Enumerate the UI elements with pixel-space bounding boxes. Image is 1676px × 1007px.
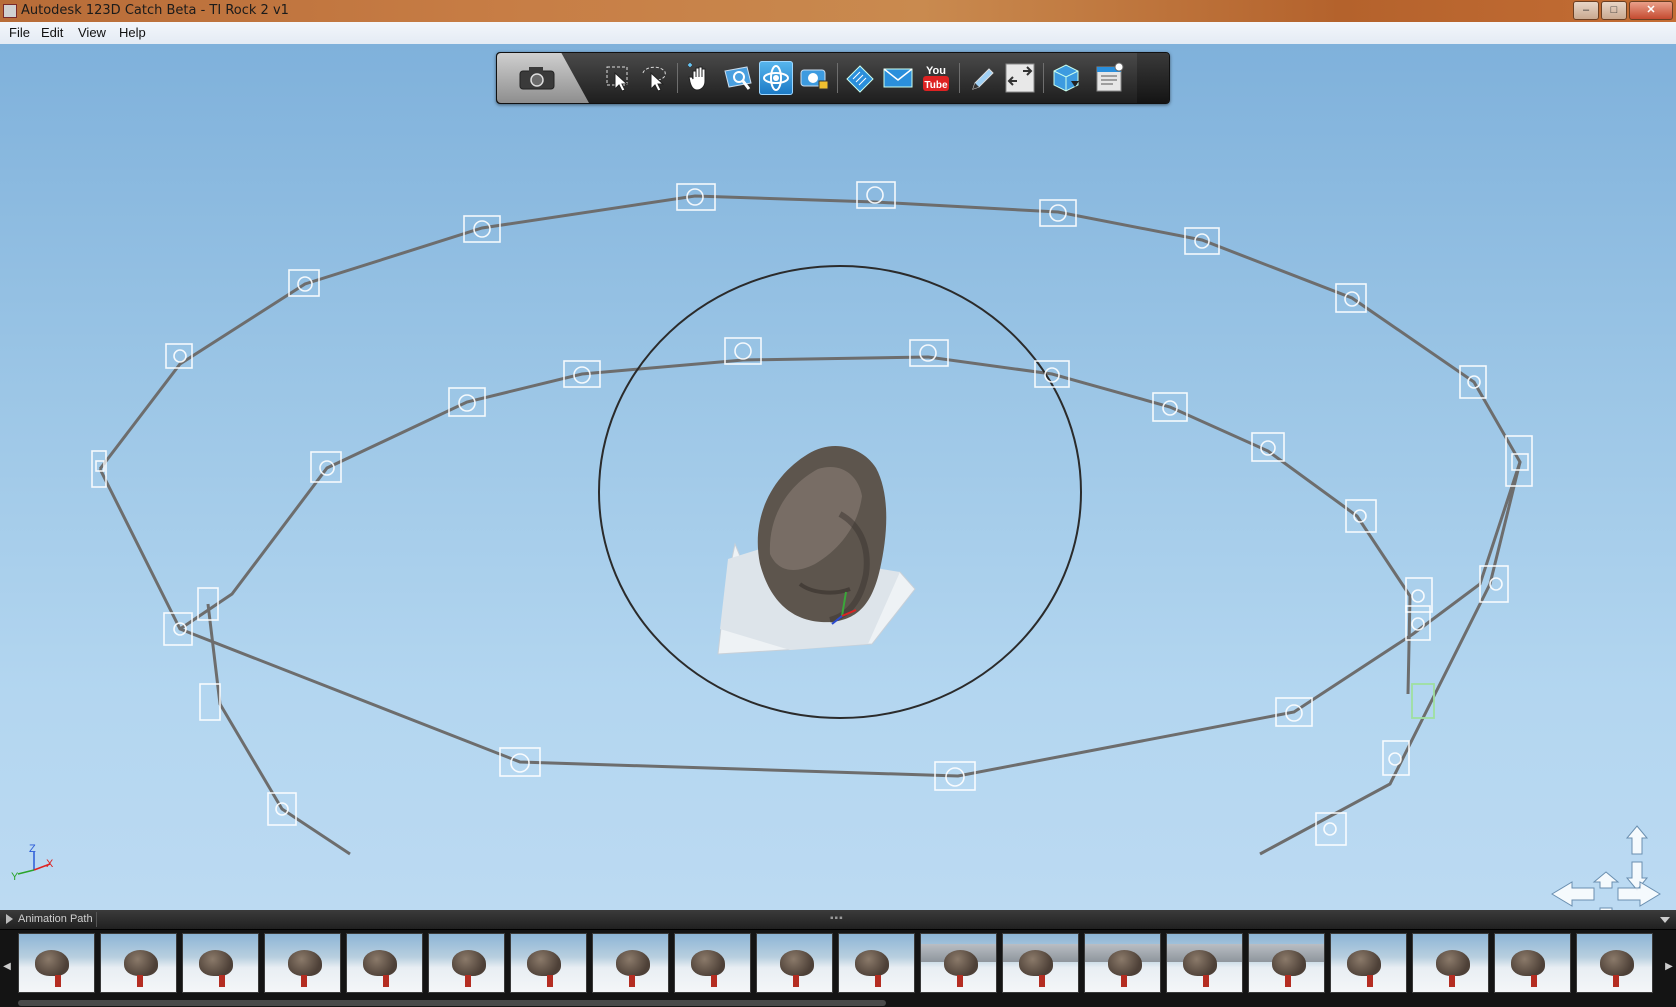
filmstrip-thumbnail[interactable] — [1330, 933, 1407, 993]
svg-text:Tube: Tube — [924, 80, 948, 91]
filmstrip-thumbnail[interactable] — [1002, 933, 1079, 993]
zoom-icon — [724, 66, 752, 90]
axis-triad: Z X Y — [11, 843, 54, 882]
resize-grip[interactable]: ▪▪▪ — [830, 913, 844, 924]
lasso-select-button[interactable] — [637, 61, 671, 95]
draw-button[interactable] — [965, 61, 999, 95]
menu-edit[interactable]: Edit — [41, 25, 63, 40]
filmstrip-panel: Animation Path ▪▪▪ ◀ ▶ — [0, 910, 1676, 1007]
filmstrip-thumbnail[interactable] — [428, 933, 505, 993]
orbit-button[interactable] — [759, 61, 793, 95]
main-toolbar: You Tube — [496, 52, 1170, 104]
title-bar: Autodesk 123D Catch Beta - TI Rock 2 v1 … — [0, 0, 1676, 22]
expand-triangle-icon[interactable] — [6, 914, 13, 924]
lasso-select-icon — [642, 66, 666, 92]
filmstrip-thumbnail[interactable] — [264, 933, 341, 993]
axis-label-z: Z — [29, 843, 36, 855]
properties-button[interactable] — [1093, 61, 1127, 95]
maximize-button[interactable]: □ — [1601, 1, 1627, 20]
filmstrip-thumbnail[interactable] — [1494, 933, 1571, 993]
camera-lock-button[interactable] — [797, 61, 831, 95]
export-icon — [1005, 63, 1035, 93]
rock-model[interactable] — [717, 446, 916, 655]
filmstrip-thumbnail[interactable] — [674, 933, 751, 993]
filmstrip-thumbnail[interactable] — [1412, 933, 1489, 993]
mesh-download-button[interactable] — [1049, 61, 1083, 95]
export-button[interactable] — [1003, 61, 1037, 95]
ruler-icon — [846, 65, 874, 93]
properties-icon — [1096, 62, 1124, 92]
email-button[interactable] — [881, 61, 915, 95]
pan-icon — [688, 63, 706, 91]
scroll-left-icon[interactable]: ◀ — [2, 956, 12, 978]
scroll-right-icon[interactable]: ▶ — [1664, 956, 1674, 978]
filmstrip-thumbnail[interactable] — [510, 933, 587, 993]
mesh-download-icon — [1053, 64, 1079, 92]
menu-view[interactable]: View — [78, 25, 106, 40]
toolbar-end-cap — [1137, 53, 1169, 103]
menu-file[interactable]: File — [9, 25, 30, 40]
filmstrip-thumbnail[interactable] — [920, 933, 997, 993]
window-title: Autodesk 123D Catch Beta - TI Rock 2 v1 — [21, 3, 289, 18]
menu-help[interactable]: Help — [119, 25, 146, 40]
filmstrip-thumbnail[interactable] — [1248, 933, 1325, 993]
nav-up-icon — [1625, 825, 1649, 855]
menu-bar: File Edit View Help — [0, 22, 1676, 45]
select-icon — [606, 66, 629, 92]
zoom-button[interactable] — [721, 61, 755, 95]
3d-viewport[interactable]: Z X Y — [0, 44, 1676, 910]
capture-mode-button[interactable] — [497, 53, 589, 103]
filmstrip-header[interactable]: Animation Path ▪▪▪ — [0, 910, 1676, 930]
app-icon — [3, 4, 17, 18]
svg-text:You: You — [926, 65, 946, 77]
axis-label-x: X — [46, 858, 54, 870]
measure-button[interactable] — [843, 61, 877, 95]
filmstrip-thumbnail[interactable] — [18, 933, 95, 993]
nav-left-icon — [1551, 881, 1595, 907]
nav-forward-icon — [1592, 871, 1620, 889]
filmstrip-thumbnail[interactable] — [1576, 933, 1653, 993]
orbit-icon — [763, 65, 789, 91]
minimize-button[interactable]: – — [1573, 1, 1599, 20]
scene-canvas[interactable] — [0, 44, 1676, 910]
filmstrip-thumbnail[interactable] — [182, 933, 259, 993]
dropdown-arrow-icon[interactable] — [1660, 917, 1670, 923]
camera-icon — [519, 67, 555, 90]
filmstrip-thumbnail[interactable] — [1084, 933, 1161, 993]
filmstrip-scrollbar[interactable] — [18, 1000, 886, 1006]
thumbnail-strip[interactable]: ◀ ▶ — [0, 930, 1676, 996]
filmstrip-thumbnail[interactable] — [756, 933, 833, 993]
filmstrip-thumbnail[interactable] — [838, 933, 915, 993]
pen-icon — [972, 68, 994, 90]
youtube-icon: You Tube — [923, 65, 949, 91]
animation-path-label[interactable]: Animation Path — [18, 913, 93, 925]
axis-label-y: Y — [11, 871, 19, 882]
select-button[interactable] — [601, 61, 635, 95]
camera-lock-icon — [800, 69, 829, 90]
navigation-cube[interactable] — [1550, 824, 1662, 910]
youtube-button[interactable]: You Tube — [919, 61, 953, 95]
filmstrip-thumbnail[interactable] — [1166, 933, 1243, 993]
close-button[interactable]: ✕ — [1629, 1, 1673, 20]
pan-button[interactable] — [683, 61, 717, 95]
filmstrip-thumbnail[interactable] — [346, 933, 423, 993]
filmstrip-thumbnail[interactable] — [592, 933, 669, 993]
filmstrip-thumbnail[interactable] — [100, 933, 177, 993]
email-icon — [883, 68, 913, 88]
